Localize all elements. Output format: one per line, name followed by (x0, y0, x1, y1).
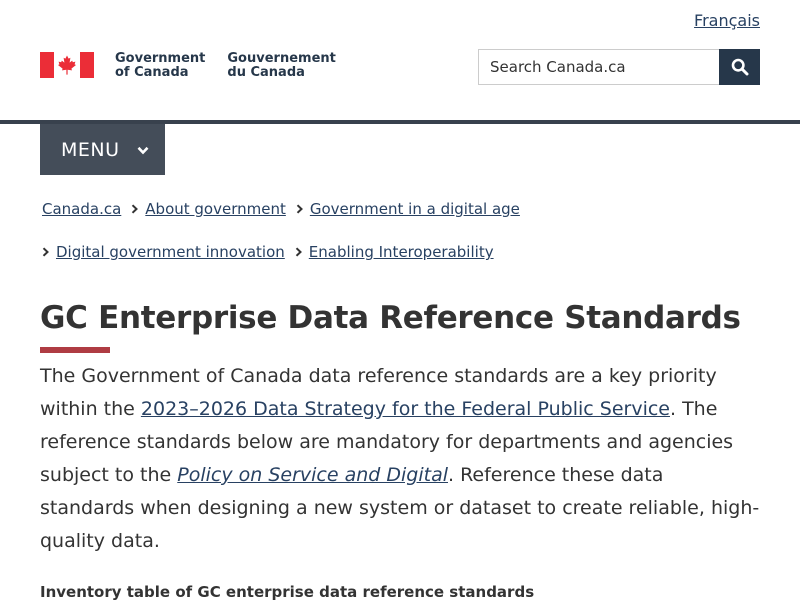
chevron-right-icon (132, 204, 139, 214)
wordmark: Government of Canada Gouvernement du Can… (115, 52, 336, 80)
breadcrumb-link-government-digital-age[interactable]: Government in a digital age (310, 200, 520, 218)
menu-label: MENU (61, 138, 120, 161)
wordmark-fr-line2: du Canada (227, 65, 305, 80)
title-accent-bar (40, 347, 110, 353)
search-input[interactable] (478, 49, 719, 85)
search-icon (731, 58, 748, 76)
language-toggle-link[interactable]: Français (694, 11, 760, 30)
breadcrumb-link-enabling-interoperability[interactable]: Enabling Interoperability (309, 243, 494, 261)
policy-service-digital-link[interactable]: Policy on Service and Digital (177, 464, 448, 486)
site-search (478, 49, 760, 85)
breadcrumb-row: Canada.ca About government Government in… (40, 196, 760, 222)
wordmark-fr-line1: Gouvernement (227, 51, 336, 66)
breadcrumb-link-about-government[interactable]: About government (145, 200, 286, 218)
menu-button[interactable]: MENU (40, 124, 165, 175)
chevron-right-icon (295, 247, 302, 257)
wordmark-en-line2: of Canada (115, 65, 189, 80)
chevron-down-icon (137, 146, 148, 155)
wordmark-french: Gouvernement du Canada (227, 52, 335, 80)
page-title: GC Enterprise Data Reference Standards (40, 300, 741, 336)
breadcrumb-row: Digital government innovation Enabling I… (40, 239, 494, 265)
government-of-canada-signature[interactable]: Government of Canada Gouvernement du Can… (40, 52, 336, 80)
search-button[interactable] (719, 49, 760, 85)
table-caption: Inventory table of GC enterprise data re… (40, 583, 535, 600)
breadcrumb-link-digital-government-innovation[interactable]: Digital government innovation (56, 243, 285, 261)
intro-paragraph: The Government of Canada data reference … (40, 360, 760, 558)
wordmark-en-line1: Government (115, 51, 206, 66)
breadcrumb: Canada.ca About government Government in… (40, 196, 760, 261)
chevron-right-icon (296, 204, 303, 214)
wordmark-english: Government of Canada (115, 52, 205, 80)
breadcrumb-link-canada-ca[interactable]: Canada.ca (42, 200, 121, 218)
canada-flag-icon (40, 52, 94, 78)
data-strategy-link[interactable]: 2023–2026 Data Strategy for the Federal … (141, 398, 670, 420)
chevron-right-icon (42, 247, 49, 257)
